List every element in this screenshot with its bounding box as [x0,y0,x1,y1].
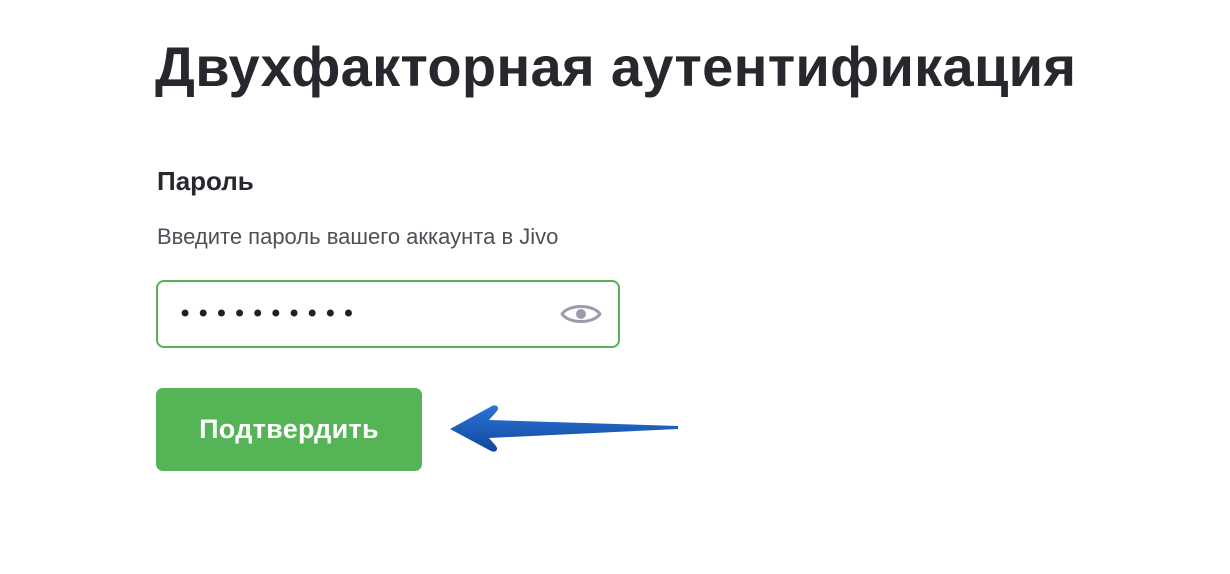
pointer-arrow [450,405,678,452]
password-hint: Введите пароль вашего аккаунта в Jivo [157,224,559,249]
eye-icon[interactable] [560,298,602,330]
confirm-button[interactable]: Подтвердить [156,388,422,471]
page-title: Двухфакторная аутентификация [155,35,1077,98]
password-input[interactable] [178,282,558,346]
password-field[interactable] [156,280,620,348]
password-label: Пароль [157,166,254,196]
